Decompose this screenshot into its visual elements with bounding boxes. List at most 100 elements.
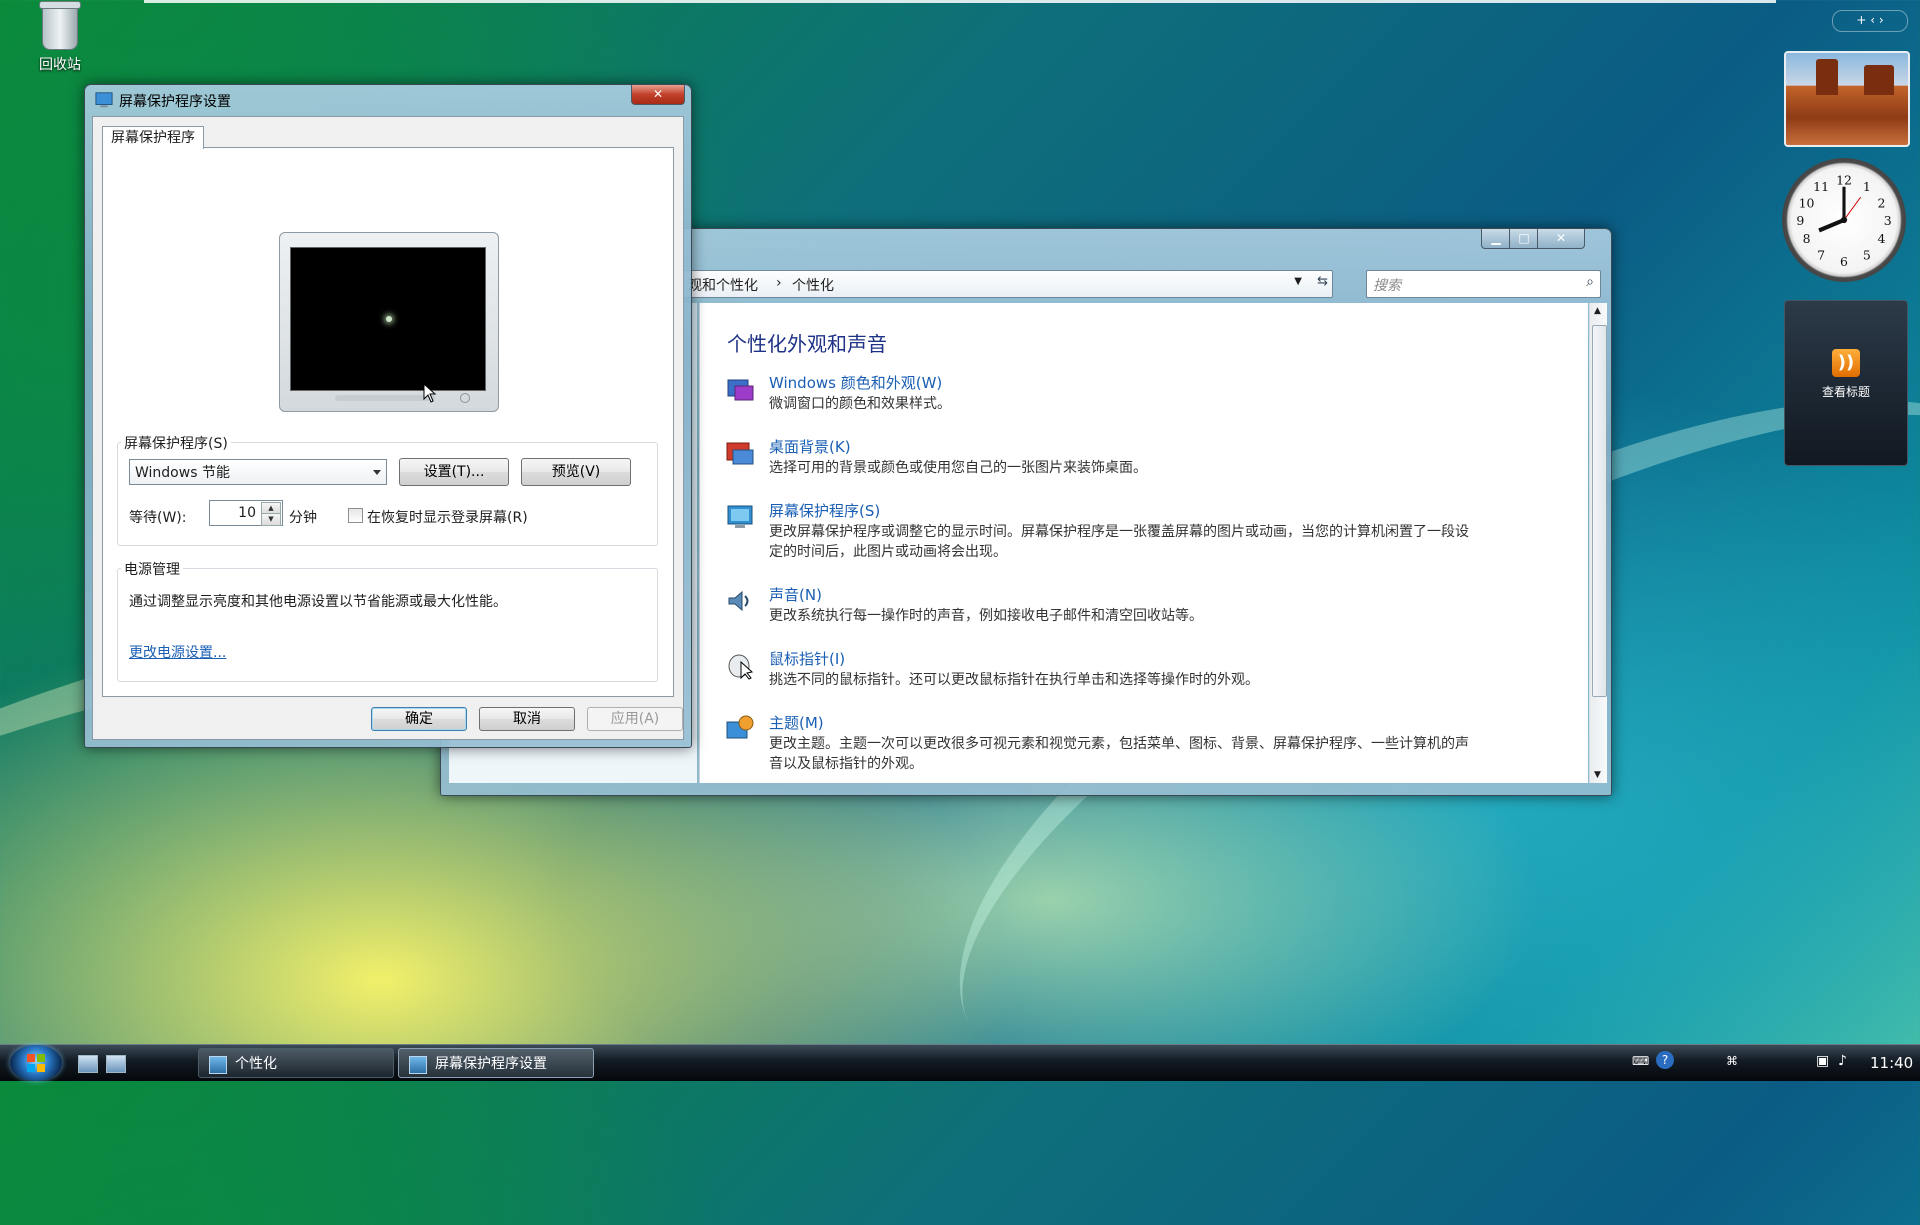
power-led-icon bbox=[460, 393, 470, 403]
preview-screen bbox=[290, 247, 486, 391]
tab-screensaver[interactable]: 屏幕保护程序 bbox=[102, 126, 204, 149]
volume-icon[interactable]: ♪ bbox=[1838, 1053, 1847, 1069]
svg-text:2: 2 bbox=[1877, 196, 1885, 211]
screensaver-selected: Windows 节能 bbox=[135, 465, 230, 481]
monitor-preview bbox=[279, 232, 499, 412]
recycle-bin[interactable]: 回收站 bbox=[28, 1, 92, 74]
search-input[interactable]: 搜索 ⌕ bbox=[1366, 270, 1601, 298]
scroll-down-arrow[interactable]: ▼ bbox=[1594, 770, 1601, 780]
settings-button[interactable]: 设置(T)... bbox=[399, 458, 509, 486]
dialog-body: 屏幕保护程序 屏幕保护程序(S) Windows 节能 设置(T)... 预览(… bbox=[92, 116, 684, 740]
svg-text:3: 3 bbox=[1884, 213, 1892, 228]
cp-item-desc: 更改系统执行每一操作时的声音，例如接收电子邮件和清空回收站等。 bbox=[769, 608, 1203, 624]
task-label: 屏幕保护程序设置 bbox=[435, 1056, 547, 1072]
search-icon[interactable]: ⌕ bbox=[1586, 274, 1594, 290]
scroll-up-arrow[interactable]: ▲ bbox=[1594, 306, 1601, 316]
cancel-button[interactable]: 取消 bbox=[479, 707, 575, 731]
cp-item-link[interactable]: 声音(N) bbox=[769, 584, 822, 605]
refresh-icon[interactable]: ⇆ bbox=[1317, 274, 1328, 289]
keyboard-icon[interactable]: ⌨ bbox=[1632, 1054, 1649, 1068]
cp-item-desc: 挑选不同的鼠标指针。还可以更改鼠标指针在执行单击和选择等操作时的外观。 bbox=[769, 672, 1259, 688]
mesa-rock bbox=[1816, 59, 1838, 95]
slideshow-gadget[interactable] bbox=[1784, 51, 1910, 147]
recycle-bin-label: 回收站 bbox=[39, 57, 81, 73]
preview-button[interactable]: 预览(V) bbox=[521, 458, 631, 486]
taskbar-item-screensaver[interactable]: 屏幕保护程序设置 bbox=[398, 1048, 594, 1078]
svg-text:1: 1 bbox=[1863, 179, 1871, 194]
svg-text:4: 4 bbox=[1877, 231, 1885, 246]
taskbar: 个性化 屏幕保护程序设置 ⌨ ? ⌘ ▣ ♪ 11:40 bbox=[0, 1044, 1920, 1081]
breadcrumb-separator: › bbox=[776, 275, 782, 291]
svg-text:7: 7 bbox=[1817, 248, 1825, 263]
wait-label: 等待(W): bbox=[129, 510, 187, 526]
clock-face-icon: 12 12 3 4567 8 9 10 11 bbox=[1796, 173, 1892, 269]
tab-panel: 屏幕保护程序(S) Windows 节能 设置(T)... 预览(V) 等待(W… bbox=[102, 147, 674, 697]
screensaver-icon bbox=[727, 505, 753, 528]
show-desktop-icon[interactable] bbox=[78, 1055, 98, 1073]
rss-label[interactable]: 查看标题 bbox=[1785, 383, 1907, 400]
ime-icon[interactable]: ⌘ bbox=[1726, 1054, 1738, 1068]
rss-icon: )) bbox=[1832, 349, 1860, 377]
scrollbar[interactable]: ▲ ▼ bbox=[1589, 303, 1607, 783]
sound-icon bbox=[728, 590, 749, 612]
switch-windows-icon[interactable] bbox=[106, 1055, 126, 1073]
resume-checkbox-label[interactable]: 在恢复时显示登录屏幕(R) bbox=[367, 507, 528, 527]
svg-text:6: 6 bbox=[1840, 254, 1848, 269]
wait-value: 10 bbox=[238, 505, 256, 521]
page-heading: 个性化外观和声音 bbox=[727, 332, 887, 356]
cp-item-desc: 更改主题。主题一次可以更改很多可视元素和视觉元素，包括菜单、图标、背景、屏幕保护… bbox=[769, 736, 1469, 772]
start-button[interactable] bbox=[10, 1045, 62, 1081]
mouse-cursor-icon bbox=[423, 383, 437, 403]
color-appearance-icon bbox=[727, 379, 754, 401]
system-tray: ⌨ ? ⌘ ▣ ♪ 11:40 bbox=[1630, 1045, 1920, 1081]
svg-text:10: 10 bbox=[1799, 196, 1815, 211]
ok-button[interactable]: 确定 bbox=[371, 707, 467, 731]
cp-item-link[interactable]: 屏幕保护程序(S) bbox=[769, 500, 880, 521]
screensaver-task-icon bbox=[409, 1056, 427, 1074]
power-description: 通过调整显示亮度和其他电源设置以节省能源或最大化性能。 bbox=[129, 594, 507, 610]
clock[interactable]: 11:40 bbox=[1870, 1054, 1913, 1072]
cp-item-link[interactable]: 鼠标指针(I) bbox=[769, 648, 845, 669]
dialog-close-button[interactable]: ✕ bbox=[631, 85, 685, 105]
screensaver-group-label: 屏幕保护程序(S) bbox=[121, 433, 231, 453]
dropdown-arrow-icon[interactable]: ▼ bbox=[1294, 276, 1302, 287]
windows-logo-icon bbox=[27, 1054, 45, 1072]
top-edge-bar bbox=[144, 0, 1776, 3]
dialog-title: 屏幕保护程序设置 bbox=[119, 94, 231, 110]
minimize-button[interactable]: ▁ bbox=[1481, 229, 1511, 249]
spin-down-arrow[interactable]: ▼ bbox=[261, 513, 281, 526]
clock-gadget[interactable]: 12 1 2 3 4567 8 9 10 11 bbox=[1782, 158, 1906, 282]
feed-headlines-gadget[interactable]: )) 查看标题 bbox=[1784, 300, 1908, 466]
preview-dot bbox=[386, 316, 392, 322]
network-icon[interactable]: ▣ bbox=[1816, 1053, 1829, 1069]
cp-item-link[interactable]: Windows 颜色和外观(W) bbox=[769, 372, 942, 393]
svg-text:5: 5 bbox=[1863, 248, 1871, 263]
apply-button[interactable]: 应用(A) bbox=[587, 707, 683, 731]
search-placeholder: 搜索 bbox=[1373, 278, 1401, 294]
screensaver-dialog: 屏幕保护程序设置 ✕ 屏幕保护程序 屏幕保护程序(S) Windows 节能 设… bbox=[84, 84, 692, 748]
wait-minutes-spinner[interactable]: 10 ▲ ▼ bbox=[209, 500, 283, 526]
cp-item-desc: 更改屏幕保护程序或调整它的显示时间。屏幕保护程序是一张覆盖屏幕的图片或动画，当您… bbox=[769, 524, 1469, 560]
cp-item-link[interactable]: 桌面背景(K) bbox=[769, 436, 851, 457]
screensaver-select[interactable]: Windows 节能 bbox=[129, 459, 387, 485]
close-button[interactable]: ✕ bbox=[1537, 229, 1585, 249]
power-settings-link[interactable]: 更改电源设置... bbox=[129, 642, 226, 662]
svg-text:8: 8 bbox=[1803, 231, 1811, 246]
sidebar-controls[interactable]: + ‹ › bbox=[1832, 10, 1908, 32]
taskbar-item-personalization[interactable]: 个性化 bbox=[198, 1048, 394, 1078]
resume-checkbox[interactable] bbox=[348, 508, 363, 523]
scroll-thumb[interactable] bbox=[1592, 325, 1607, 697]
svg-text:9: 9 bbox=[1796, 213, 1804, 228]
screensaver-title-icon bbox=[95, 92, 113, 108]
power-group bbox=[117, 568, 658, 682]
mesa-rock bbox=[1864, 65, 1894, 95]
help-icon[interactable]: ? bbox=[1656, 1051, 1674, 1069]
mouse-pointer-icon bbox=[728, 654, 754, 680]
breadcrumb-parent[interactable]: 观和个性化 bbox=[688, 275, 758, 295]
cp-item-link[interactable]: 主题(M) bbox=[769, 712, 824, 733]
maximize-button[interactable]: □ bbox=[1509, 229, 1539, 249]
breadcrumb-current[interactable]: 个性化 bbox=[792, 275, 834, 295]
task-label: 个性化 bbox=[235, 1056, 277, 1072]
svg-text:11: 11 bbox=[1813, 179, 1829, 194]
cp-item-desc: 选择可用的背景或颜色或使用您自己的一张图片来装饰桌面。 bbox=[769, 460, 1147, 476]
